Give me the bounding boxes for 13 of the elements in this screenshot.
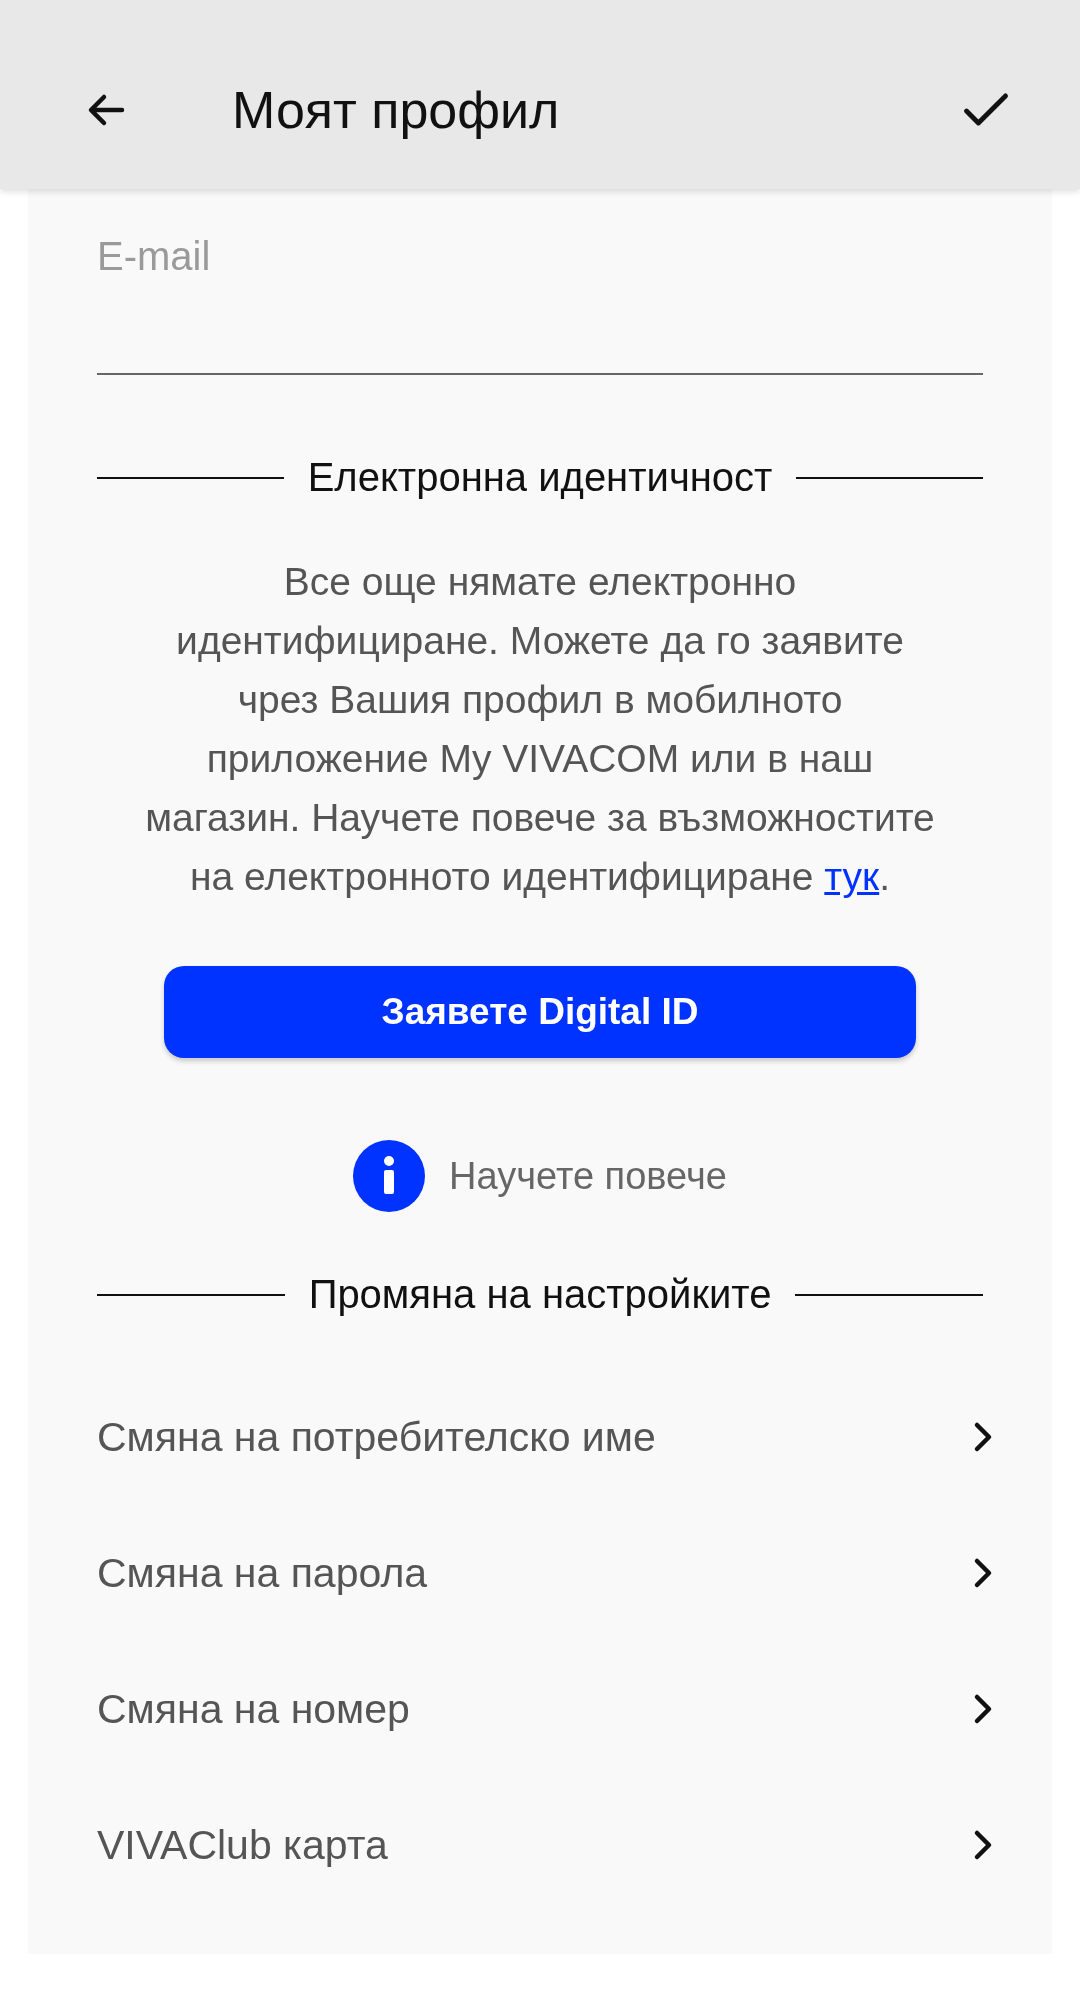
settings-item[interactable]: Смяна на номер — [97, 1641, 995, 1777]
settings-item[interactable]: Смяна на потребителско име — [97, 1369, 995, 1505]
section-title: Промяна на настройките — [308, 1272, 772, 1317]
learn-more-link[interactable]: Научете повече — [449, 1154, 727, 1198]
email-field[interactable]: E-mail — [97, 229, 983, 375]
section-title: Електронна идентичност — [307, 455, 773, 500]
settings-item[interactable]: Смяна на парола — [97, 1505, 995, 1641]
info-paragraph: Все още нямате електронно идентифициране. Можете да го заявите чрез Вашия профил в мобилното приложение My VIVACOM или в наш магазин. Научете повече за възможностите на електронното идентифициране тук. — [145, 559, 935, 900]
digital-id-button[interactable]: Заявете Digital ID — [164, 966, 916, 1058]
settings-item[interactable]: VIVAClub карта — [97, 1777, 995, 1913]
page-title: Моят профил — [232, 79, 561, 140]
here-link[interactable]: тук — [824, 855, 880, 898]
info-icon — [353, 1140, 426, 1212]
